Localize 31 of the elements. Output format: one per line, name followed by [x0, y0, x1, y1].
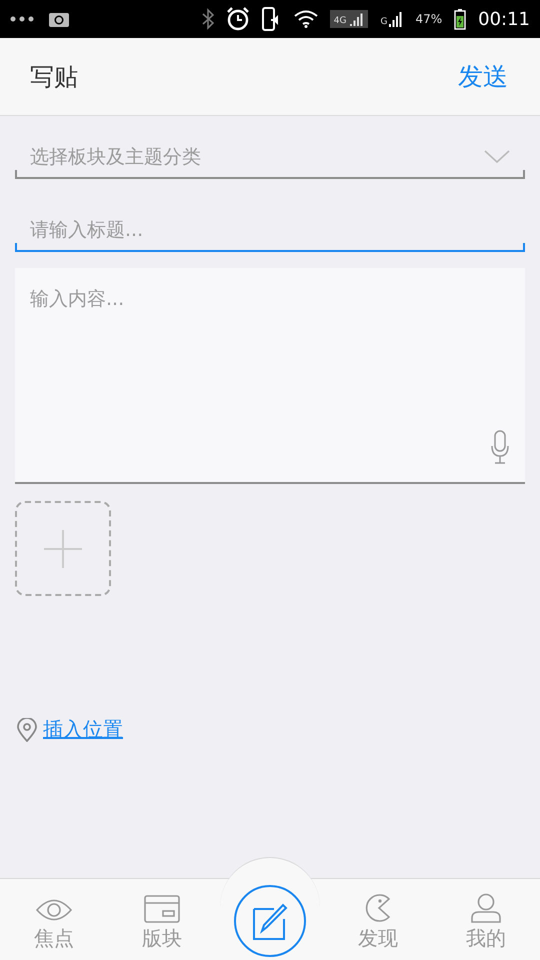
add-image-button[interactable] — [15, 501, 111, 596]
title-input[interactable]: 请输入标题... — [30, 219, 510, 241]
nav-tab[interactable]: 我的 — [432, 879, 540, 960]
location-pin-icon — [17, 718, 37, 742]
alarm-icon — [226, 7, 250, 31]
compose-icon — [250, 901, 290, 941]
more-icon — [10, 16, 34, 22]
nav-tab[interactable]: 焦点 — [0, 879, 108, 960]
user-icon — [470, 893, 502, 923]
nav-tab[interactable]: 版块 — [108, 879, 216, 960]
content-input[interactable]: 输入内容... — [15, 268, 525, 484]
battery-charging-icon — [454, 8, 466, 30]
microphone-icon — [490, 430, 510, 464]
plus-icon — [43, 528, 83, 568]
clock-time: 00:11 — [478, 8, 530, 30]
signal-strength: G — [380, 11, 404, 27]
page-title: 写贴 — [30, 62, 78, 92]
signal-bars-icon — [389, 11, 404, 27]
battery-percent: 47% — [415, 12, 442, 26]
signal-bars-icon — [350, 12, 364, 26]
category-select[interactable]: 选择板块及主题分类 — [15, 137, 525, 179]
wifi-icon — [294, 10, 318, 28]
pacman-icon — [363, 893, 393, 923]
send-button[interactable]: 发送 — [458, 60, 508, 93]
bluetooth-icon — [202, 8, 214, 30]
card-icon — [144, 895, 180, 923]
nav-tab[interactable]: 发现 — [324, 879, 432, 960]
chevron-down-icon — [484, 150, 510, 164]
network-signal: 4G — [330, 10, 368, 28]
insert-location-link[interactable]: 插入位置 — [43, 716, 123, 743]
eye-icon — [35, 897, 73, 923]
